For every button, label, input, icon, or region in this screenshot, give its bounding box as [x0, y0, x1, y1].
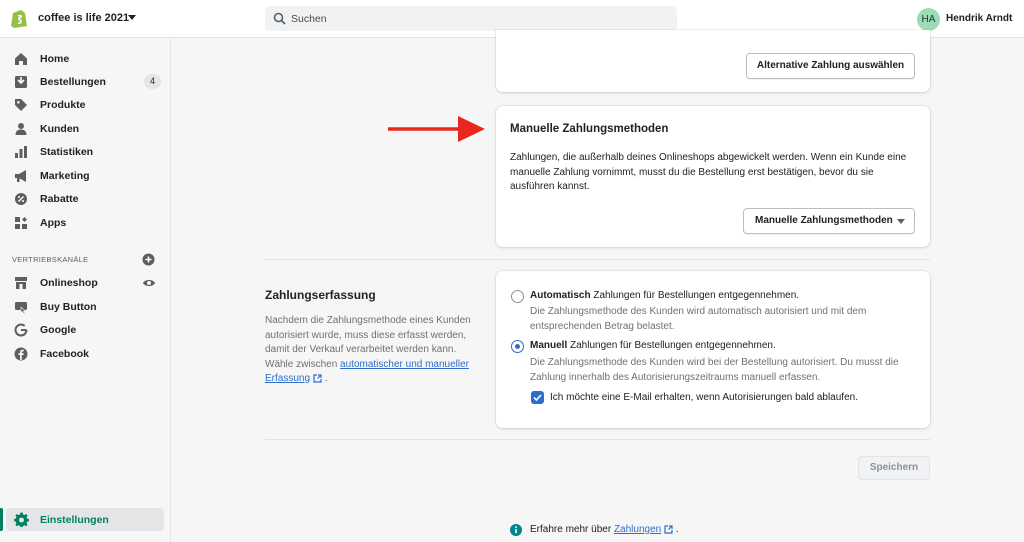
analytics-icon: [15, 146, 27, 158]
option-automatic-text: Zahlungen für Bestellungen entgegennehme…: [590, 290, 800, 301]
buy-button-icon: [15, 302, 27, 314]
sidebar-item-label: Buy Button: [40, 301, 97, 313]
radio-automatic[interactable]: [511, 290, 524, 303]
sidebar-item-google[interactable]: Google: [0, 319, 171, 341]
link-suffix: .: [324, 373, 328, 384]
manual-payment-dropdown[interactable]: Manuelle Zahlungsmethoden: [743, 208, 915, 234]
sidebar-item-apps[interactable]: Apps: [0, 212, 171, 234]
eye-icon[interactable]: [142, 276, 156, 290]
sidebar-item-products[interactable]: Produkte: [0, 94, 171, 116]
option-automatic-label[interactable]: Automatisch Zahlungen für Bestellungen e…: [530, 290, 799, 301]
sidebar-item-label: Marketing: [40, 170, 90, 182]
google-icon: [14, 323, 28, 337]
sidebar-item-onlineshop[interactable]: Onlineshop: [0, 272, 171, 294]
gear-icon: [14, 512, 29, 527]
radio-manual[interactable]: [511, 340, 524, 353]
email-notification-label[interactable]: Ich möchte eine E-Mail erhalten, wenn Au…: [550, 392, 858, 403]
external-link-icon[interactable]: [313, 374, 322, 383]
sidebar-item-label: Rabatte: [40, 193, 79, 205]
chevron-down-icon: [897, 219, 905, 224]
capture-card: Automatisch Zahlungen für Bestellungen e…: [496, 271, 930, 428]
manual-payment-card: Manuelle Zahlungsmethoden Zahlungen, die…: [496, 106, 930, 247]
orders-icon: [15, 76, 27, 88]
option-manual-bold: Manuell: [530, 340, 568, 351]
avatar[interactable]: HA: [917, 8, 940, 31]
alternative-payment-button[interactable]: Alternative Zahlung auswählen: [746, 53, 915, 79]
sidebar-item-facebook[interactable]: Facebook: [0, 343, 171, 365]
apps-icon: [15, 217, 27, 229]
search-icon: [273, 12, 286, 25]
sidebar-item-label: Home: [40, 53, 70, 65]
add-channel-icon[interactable]: [142, 253, 155, 266]
sidebar: Home Bestellungen 4 Produkte Kunden Stat…: [0, 38, 171, 542]
user-name[interactable]: Hendrik Arndt: [946, 13, 1012, 24]
info-icon: [510, 524, 522, 536]
red-arrow-icon: [388, 116, 485, 142]
shopify-logo-icon[interactable]: [10, 8, 28, 28]
sidebar-item-label: Google: [40, 324, 77, 336]
dropdown-label: Manuelle Zahlungsmethoden: [755, 215, 893, 226]
sidebar-item-label: Produkte: [40, 99, 86, 111]
section-divider: [265, 439, 930, 440]
person-icon: [15, 123, 27, 135]
section-divider: [265, 259, 930, 260]
option-manual-label[interactable]: Manuell Zahlungen für Bestellungen entge…: [530, 340, 776, 351]
sidebar-item-label: Facebook: [40, 348, 90, 360]
discount-icon: [15, 193, 27, 205]
sidebar-item-label: Bestellungen: [40, 76, 106, 88]
sidebar-item-label: Kunden: [40, 123, 80, 135]
search-placeholder: Suchen: [291, 13, 327, 25]
email-notification-checkbox[interactable]: [531, 391, 544, 404]
sidebar-item-marketing[interactable]: Marketing: [0, 165, 171, 187]
capture-heading: Zahlungserfassung: [265, 288, 376, 302]
manual-payment-title: Manuelle Zahlungsmethoden: [510, 123, 669, 135]
save-button[interactable]: Speichern: [858, 456, 930, 480]
sidebar-item-label: Statistiken: [40, 146, 94, 158]
manual-payment-description: Zahlungen, die außerhalb deines Onlinesh…: [510, 152, 907, 192]
capture-description: Nachdem die Zahlungsmethode eines Kunden…: [265, 314, 475, 387]
store-name[interactable]: coffee is life 2021: [38, 12, 129, 24]
alternative-payment-card: Alternative Zahlung auswählen: [496, 30, 930, 92]
megaphone-icon: [15, 170, 26, 182]
facebook-icon: [14, 347, 28, 361]
external-link-icon[interactable]: [664, 525, 673, 534]
sidebar-item-settings[interactable]: Einstellungen: [6, 508, 164, 531]
sidebar-item-label: Einstellungen: [40, 514, 109, 526]
search-bar[interactable]: Suchen: [265, 6, 677, 31]
sidebar-item-analytics[interactable]: Statistiken: [0, 141, 171, 163]
sidebar-item-label: Apps: [40, 217, 67, 229]
sidebar-item-buy-button[interactable]: Buy Button: [0, 296, 171, 318]
footer-text: Erfahre mehr über: [530, 524, 614, 535]
sidebar-item-orders[interactable]: Bestellungen 4: [0, 71, 171, 93]
option-automatic-help: Die Zahlungsmethode des Kunden wird auto…: [530, 306, 867, 332]
tag-icon: [15, 99, 27, 111]
home-icon: [15, 53, 27, 65]
option-manual-help: Die Zahlungsmethode des Kunden wird bei …: [530, 357, 899, 383]
store-icon: [15, 277, 27, 289]
orders-count-badge: 4: [144, 74, 161, 89]
footer-payments-link[interactable]: Zahlungen: [614, 524, 661, 535]
sidebar-item-customers[interactable]: Kunden: [0, 118, 171, 140]
option-automatic-bold: Automatisch: [530, 290, 591, 301]
sales-channels-title: VERTRIEBSKANÄLE: [12, 255, 89, 264]
chevron-down-icon[interactable]: [128, 15, 136, 20]
footer-learn-more: Erfahre mehr über Zahlungen .: [530, 524, 679, 535]
option-manual-text: Zahlungen für Bestellungen entgegennehme…: [567, 340, 776, 351]
sidebar-item-home[interactable]: Home: [0, 48, 171, 70]
active-indicator: [0, 508, 3, 531]
footer-suffix: .: [672, 524, 679, 535]
checkmark-icon: [533, 394, 542, 402]
sidebar-item-discounts[interactable]: Rabatte: [0, 188, 171, 210]
sidebar-item-label: Onlineshop: [40, 277, 98, 289]
